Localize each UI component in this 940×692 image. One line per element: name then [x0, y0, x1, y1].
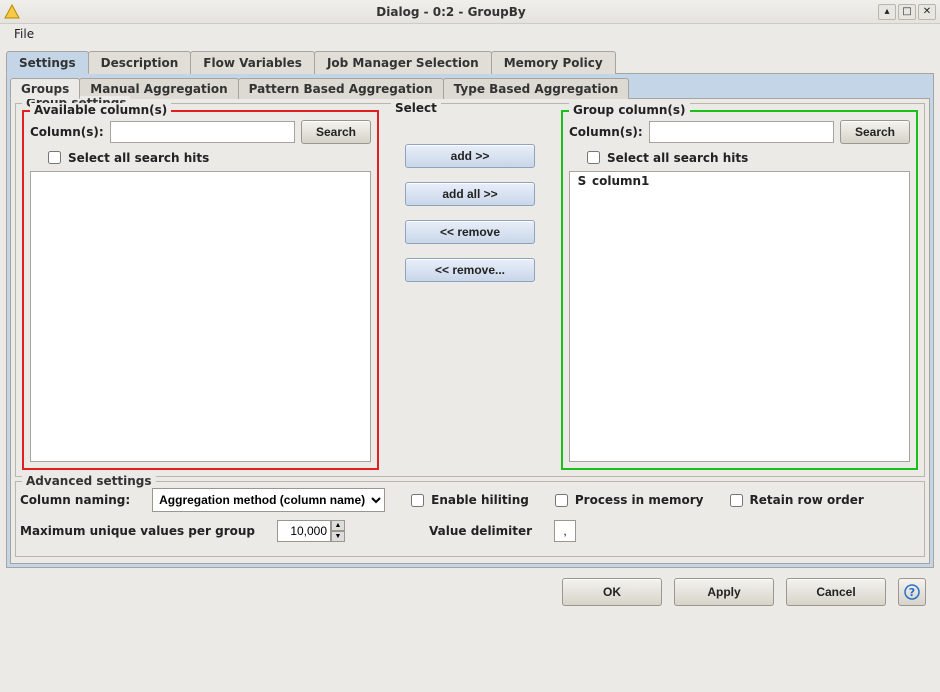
window-titlebar: Dialog - 0:2 - GroupBy ▴ □ ✕ [0, 0, 940, 24]
tab-job-manager[interactable]: Job Manager Selection [314, 51, 492, 74]
process-in-memory-checkbox[interactable] [555, 494, 568, 507]
tab-pattern-aggregation[interactable]: Pattern Based Aggregation [238, 78, 444, 99]
dialog-button-bar: OK Apply Cancel ? [6, 568, 934, 616]
column-type-icon: S [576, 174, 588, 188]
column-naming-label: Column naming: [20, 493, 130, 507]
max-unique-label: Maximum unique values per group [20, 524, 255, 538]
tab-memory-policy[interactable]: Memory Policy [491, 51, 616, 74]
max-unique-down-icon[interactable]: ▼ [331, 531, 345, 542]
list-item[interactable]: Scolumn1 [570, 172, 909, 190]
max-unique-up-icon[interactable]: ▲ [331, 520, 345, 531]
group-search-button[interactable]: Search [840, 120, 910, 144]
group-columns-list[interactable]: Scolumn1 [569, 171, 910, 462]
select-transfer-panel: Select add >> add all >> << remove << re… [385, 110, 555, 470]
tab-type-aggregation[interactable]: Type Based Aggregation [443, 78, 630, 99]
select-legend: Select [391, 101, 441, 115]
remove-all-button[interactable]: << remove... [405, 258, 535, 282]
retain-row-order-label: Retain row order [750, 493, 864, 507]
process-in-memory-option[interactable]: Process in memory [551, 491, 704, 510]
enable-hiliting-option[interactable]: Enable hiliting [407, 491, 529, 510]
menu-bar: File [0, 24, 940, 44]
group-columns-legend: Group column(s) [569, 103, 690, 117]
max-unique-spinner[interactable]: ▲ ▼ [277, 520, 345, 542]
apply-button[interactable]: Apply [674, 578, 774, 606]
tab-settings[interactable]: Settings [6, 51, 89, 74]
group-columns-label: Column(s): [569, 125, 643, 139]
retain-row-order-checkbox[interactable] [730, 494, 743, 507]
tab-flow-variables[interactable]: Flow Variables [190, 51, 315, 74]
svg-text:?: ? [909, 586, 915, 599]
add-all-button[interactable]: add all >> [405, 182, 535, 206]
window-roll-icon[interactable]: ▴ [878, 4, 896, 20]
window-close-icon[interactable]: ✕ [918, 4, 936, 20]
add-button[interactable]: add >> [405, 144, 535, 168]
enable-hiliting-label: Enable hiliting [431, 493, 529, 507]
window-maximize-icon[interactable]: □ [898, 4, 916, 20]
tab-description[interactable]: Description [88, 51, 192, 74]
outer-tab-panel: Groups Manual Aggregation Pattern Based … [6, 74, 934, 568]
value-delimiter-input[interactable] [554, 520, 576, 542]
process-in-memory-label: Process in memory [575, 493, 704, 507]
group-search-input[interactable] [649, 121, 834, 143]
group-select-all-checkbox[interactable] [587, 151, 600, 164]
inner-tab-panel: Group settings Available column(s) Colum… [10, 98, 930, 564]
group-select-all-label: Select all search hits [607, 151, 748, 165]
cancel-button[interactable]: Cancel [786, 578, 886, 606]
available-search-button[interactable]: Search [301, 120, 371, 144]
available-select-all-label: Select all search hits [68, 151, 209, 165]
available-select-all-checkbox[interactable] [48, 151, 61, 164]
group-settings-fieldset: Group settings Available column(s) Colum… [15, 103, 925, 477]
available-columns-legend: Available column(s) [30, 103, 171, 117]
column-naming-select[interactable]: Aggregation method (column name) [152, 488, 385, 512]
inner-tab-row: Groups Manual Aggregation Pattern Based … [10, 77, 930, 98]
tab-groups[interactable]: Groups [10, 78, 80, 99]
available-columns-panel: Available column(s) Column(s): Search Se… [22, 110, 379, 470]
max-unique-input[interactable] [277, 520, 331, 542]
outer-tab-row: Settings Description Flow Variables Job … [6, 50, 934, 74]
available-search-input[interactable] [110, 121, 295, 143]
remove-button[interactable]: << remove [405, 220, 535, 244]
advanced-settings-fieldset: Advanced settings Column naming: Aggrega… [15, 481, 925, 557]
available-columns-list[interactable] [30, 171, 371, 462]
group-columns-panel: Group column(s) Column(s): Search Select… [561, 110, 918, 470]
retain-row-order-option[interactable]: Retain row order [726, 491, 864, 510]
advanced-settings-legend: Advanced settings [22, 474, 156, 488]
app-icon [4, 4, 20, 20]
enable-hiliting-checkbox[interactable] [411, 494, 424, 507]
available-columns-label: Column(s): [30, 125, 104, 139]
window-title: Dialog - 0:2 - GroupBy [24, 5, 878, 19]
help-icon: ? [904, 584, 920, 600]
menu-file[interactable]: File [8, 25, 40, 43]
column-name: column1 [592, 174, 649, 188]
help-button[interactable]: ? [898, 578, 926, 606]
value-delimiter-label: Value delimiter [429, 524, 532, 538]
ok-button[interactable]: OK [562, 578, 662, 606]
